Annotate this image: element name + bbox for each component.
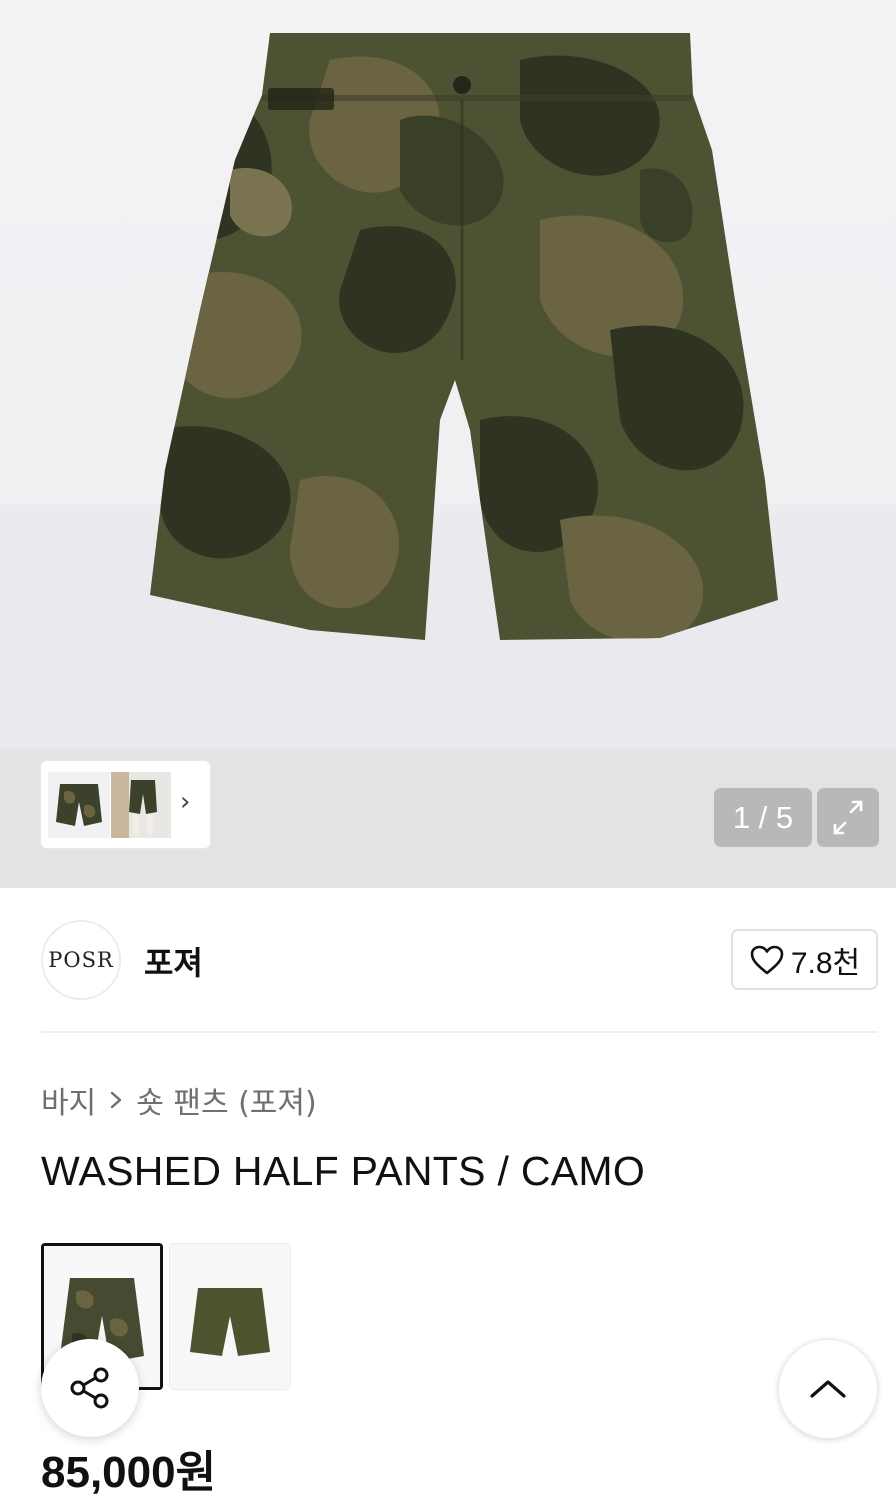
- like-button[interactable]: 7.8천: [731, 929, 878, 990]
- brand-logo[interactable]: POSR: [41, 920, 121, 1000]
- chevron-right-icon[interactable]: ›: [180, 787, 190, 817]
- share-button[interactable]: [41, 1339, 139, 1437]
- brand-name[interactable]: 포져: [144, 938, 203, 984]
- thumbnail-model-photo[interactable]: [111, 772, 171, 838]
- breadcrumb: 바지 숏 팬츠 (포져): [41, 1078, 317, 1122]
- product-image-gallery[interactable]: › 1 / 5: [0, 0, 896, 888]
- breadcrumb-subcategory[interactable]: 숏 팬츠 (포져): [136, 1078, 316, 1122]
- image-thumbnail-strip[interactable]: ›: [41, 761, 210, 848]
- camo-shorts-image: [150, 33, 778, 640]
- expand-button[interactable]: [817, 788, 879, 847]
- color-option-olive[interactable]: [169, 1243, 291, 1390]
- scroll-top-button[interactable]: [778, 1339, 878, 1439]
- image-counter: 1 / 5: [714, 788, 812, 847]
- product-title: WASHED HALF PANTS / CAMO: [41, 1148, 646, 1194]
- like-count: 7.8천: [790, 946, 861, 980]
- olive-shorts-swatch: [170, 1244, 290, 1389]
- heart-icon: [750, 945, 784, 974]
- thumbnail-camo-shorts[interactable]: [48, 772, 110, 838]
- product-price: 85,000원: [41, 1448, 217, 1497]
- expand-icon: [833, 800, 863, 835]
- divider: [41, 1031, 878, 1033]
- breadcrumb-category[interactable]: 바지: [41, 1078, 96, 1122]
- chevron-up-icon: [810, 1380, 846, 1398]
- brand-logo-text: POSR: [48, 948, 114, 972]
- share-icon: [70, 1367, 109, 1409]
- chevron-right-icon: [111, 1091, 122, 1109]
